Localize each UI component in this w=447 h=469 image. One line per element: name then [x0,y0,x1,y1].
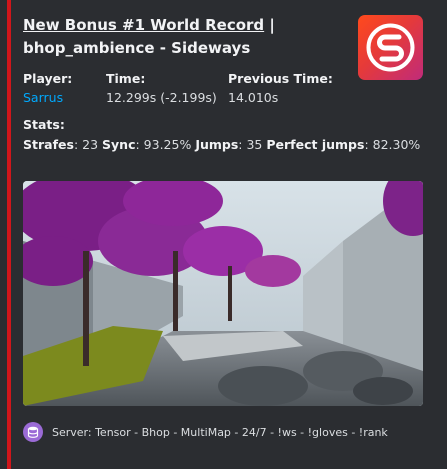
stat-jumps-value: 35 [246,137,263,152]
database-icon [23,422,43,442]
stat-perfect-jumps-label: Perfect jumps [266,137,365,152]
footer-text: Server: Tensor - Bhop - MultiMap - 24/7 … [52,425,388,439]
embed-title: New Bonus #1 World Record | bhop_ambienc… [23,14,353,60]
field-time: Time: 12.299s (-2.199s) [106,70,246,108]
stat-perfect-jumps-value: 82.30% [372,137,421,152]
stat-strafes-label: Strafes [23,137,74,152]
field-previous-time-value: 14.010s [228,90,279,105]
stats-label: Stats: [23,117,65,132]
title-link[interactable]: New Bonus #1 World Record [23,16,264,34]
field-previous-time-name: Previous Time: [228,71,333,86]
map-screenshot[interactable] [23,181,423,406]
field-previous-time: Previous Time: 14.010s [228,70,368,108]
field-time-name: Time: [106,71,146,86]
embed-card: New Bonus #1 World Record | bhop_ambienc… [0,0,447,469]
field-time-value: 12.299s (-2.199s) [106,90,217,105]
stat-jumps-label: Jumps [195,137,239,152]
stat-sync-value: 93.25% [143,137,192,152]
stat-sync-label: Sync [102,137,136,152]
stats-line: Strafes: 23 Sync: 93.25% Jumps: 35 Perfe… [23,137,421,152]
stat-strafes-value: 23 [82,137,99,152]
accent-bar [7,0,11,469]
embed-footer: Server: Tensor - Bhop - MultiMap - 24/7 … [23,422,388,442]
